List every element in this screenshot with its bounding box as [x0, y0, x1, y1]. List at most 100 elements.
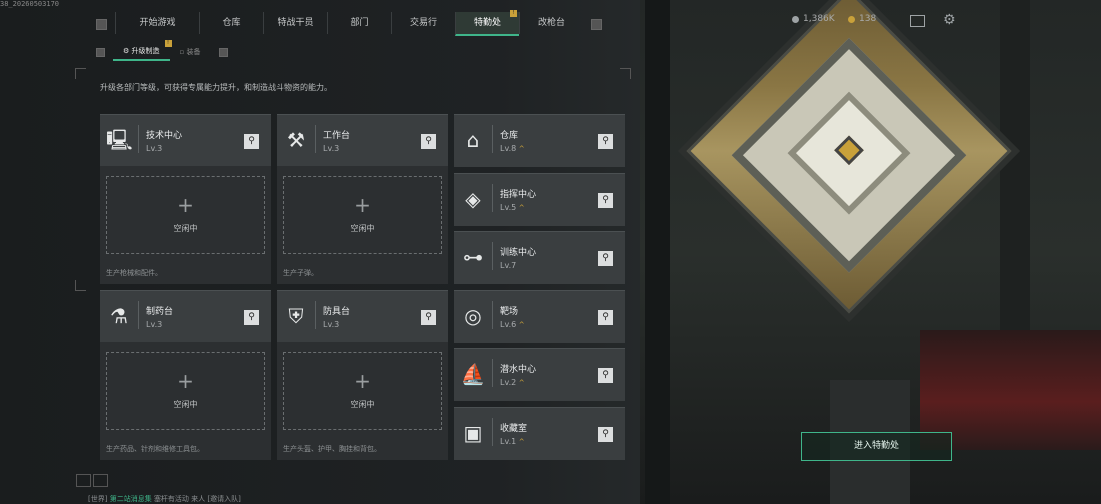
production-slot-panel: + 空闲中 生产头盔、护甲、胸挂和背包。: [277, 342, 448, 460]
mail-icon[interactable]: [910, 15, 925, 27]
diving-icon: ⛵: [460, 362, 486, 387]
facility-card[interactable]: ◎ 靶场 Lv.6 ^ ⚲: [454, 289, 625, 343]
background-pillar: [645, 0, 670, 504]
search-icon[interactable]: ⚲: [421, 310, 436, 325]
frame-corner: [75, 68, 86, 79]
facility-card[interactable]: ⛵ 潜水中心 Lv.2 ^ ⚲: [454, 348, 625, 402]
chat-channel: [世界]: [88, 495, 108, 503]
nav-next-button[interactable]: [591, 18, 602, 30]
facility-level: Lv.6 ^: [500, 319, 525, 329]
currency-display: 1,386K: [792, 14, 835, 24]
nav-tab-label: 改枪台: [537, 18, 565, 28]
search-icon[interactable]: ⚲: [598, 368, 613, 384]
upgrade-available-icon: ^: [518, 145, 525, 153]
enter-special-ops-button[interactable]: 进入特勤处: [801, 432, 952, 461]
facility-card[interactable]: ▣ 收藏室 Lv.1 ^ ⚲: [454, 407, 625, 460]
production-slot[interactable]: + 空闲中: [106, 352, 265, 430]
nav-tab-4[interactable]: 交易行: [391, 12, 455, 34]
card-divider: [492, 125, 493, 153]
add-icon: +: [177, 369, 194, 393]
coin-amount: 1,386K: [803, 14, 835, 24]
premium-display: 138: [848, 14, 876, 24]
facility-card[interactable]: ⌂ 仓库 Lv.8 ^ ⚲: [454, 114, 625, 167]
facility-level: Lv.2 ^: [500, 378, 525, 388]
subtab-upgrade[interactable]: ⚙ 升级制造!: [113, 40, 172, 61]
production-slot-panel: + 空闲中 生产药品、针剂和维修工具包。: [100, 342, 271, 460]
frame-corner: [75, 280, 86, 291]
search-icon[interactable]: ⚲: [244, 310, 259, 325]
nav-tab-0[interactable]: 开始游戏: [115, 12, 199, 34]
premium-amount: 138: [859, 14, 877, 24]
production-description: 生产药品、针剂和维修工具包。: [106, 445, 204, 453]
nav-tab-label: 部门: [350, 18, 369, 28]
nav-tab-label: 仓库: [222, 18, 241, 28]
chat-sender[interactable]: 第二站消息集: [110, 495, 152, 503]
settings-gear-icon[interactable]: ⚙: [943, 12, 956, 28]
friends-button[interactable]: [93, 474, 108, 487]
facility-level: Lv.5 ^: [500, 202, 525, 212]
nav-tab-6[interactable]: 改枪台: [519, 12, 583, 34]
idle-status: 空闲中: [350, 224, 375, 233]
upgrade-available-icon: ^: [518, 438, 525, 446]
search-icon[interactable]: ⚲: [598, 251, 613, 267]
search-icon[interactable]: ⚲: [598, 192, 613, 208]
facility-card[interactable]: ◈ 指挥中心 Lv.5 ^ ⚲: [454, 172, 625, 226]
facility-card[interactable]: 🖳 技术中心 Lv.3 ⚲: [100, 114, 271, 167]
search-icon[interactable]: ⚲: [421, 134, 436, 149]
production-slot[interactable]: + 空闲中: [283, 352, 442, 430]
idle-status: 空闲中: [173, 224, 198, 233]
page-description: 升级各部门等级，可获得专属能力提升，和制造战斗物资的能力。: [100, 83, 332, 92]
chat-button[interactable]: [76, 474, 91, 487]
production-description: 生产子弹。: [283, 269, 318, 277]
chat-line: [世界] 第二站消息集 塞杆有活动 来人 [邀请入队]: [88, 494, 241, 504]
facility-name: 工作台: [323, 131, 351, 141]
top-nav: 开始游戏 仓库 特战干员 部门 交易行 特勤处! 改枪台: [88, 10, 610, 36]
warehouse-icon: ⌂: [466, 128, 480, 152]
facility-level: Lv.8 ^: [500, 144, 525, 153]
production-slot[interactable]: + 空闲中: [283, 176, 442, 254]
upgrade-available-icon: ^: [518, 203, 525, 212]
facility-card[interactable]: ⛨ 防具台 Lv.3 ⚲: [277, 290, 448, 343]
facility-card[interactable]: ⚗ 制药台 Lv.3 ⚲: [100, 290, 271, 343]
upgrade-available-icon: ^: [518, 320, 525, 329]
sub-tabs: ⚙ 升级制造! ▫ 装备: [88, 40, 236, 61]
microscope-icon: ⚗: [110, 304, 128, 328]
nav-tab-label: 开始游戏: [139, 18, 176, 28]
cube-center-light: [834, 135, 864, 166]
nav-tab-2[interactable]: 特战干员: [263, 12, 327, 34]
production-slot[interactable]: + 空闲中: [106, 176, 265, 254]
cube-inner-frame: [731, 37, 967, 273]
nav-tab-3[interactable]: 部门: [327, 12, 391, 34]
nav-prev-button[interactable]: [96, 18, 107, 30]
chat-invite-link[interactable]: [邀请入队]: [207, 495, 240, 503]
nav-tab-label: 特战干员: [277, 18, 314, 28]
debug-build-text: 38_20260503170: [0, 0, 60, 8]
premium-icon: [848, 15, 855, 23]
nav-tab-5[interactable]: 特勤处!: [455, 10, 519, 36]
production-description: 生产枪械和配件。: [106, 269, 162, 277]
command-icon: ◈: [465, 186, 481, 211]
subtab-next-button[interactable]: [218, 48, 228, 57]
facility-name: 指挥中心: [500, 189, 537, 200]
card-divider: [492, 418, 493, 446]
facility-level: Lv.3: [146, 144, 163, 153]
facility-name: 靶场: [500, 306, 519, 317]
nav-tab-1[interactable]: 仓库: [199, 12, 263, 34]
facility-name: 仓库: [500, 131, 519, 141]
search-icon[interactable]: ⚲: [598, 134, 613, 149]
target-icon: ◎: [464, 303, 482, 328]
facility-card[interactable]: ⚒ 工作台 Lv.3 ⚲: [277, 114, 448, 167]
search-icon[interactable]: ⚲: [598, 309, 613, 325]
subtab-equipment[interactable]: ▫ 装备: [170, 45, 211, 60]
chat-message: 塞杆有活动: [153, 495, 189, 503]
card-divider: [492, 300, 493, 329]
add-icon: +: [354, 193, 371, 217]
production-slot-panel: + 空闲中 生产枪械和配件。: [100, 166, 271, 284]
facility-level: Lv.3: [323, 144, 340, 153]
facility-name: 防具台: [323, 307, 351, 317]
nav-tab-label: 交易行: [409, 18, 437, 28]
search-icon[interactable]: ⚲: [244, 134, 259, 149]
search-icon[interactable]: ⚲: [598, 427, 613, 442]
subtab-prev-button[interactable]: [96, 48, 105, 57]
facility-card[interactable]: ⊶ 训练中心 Lv.7 ⚲: [454, 231, 625, 285]
